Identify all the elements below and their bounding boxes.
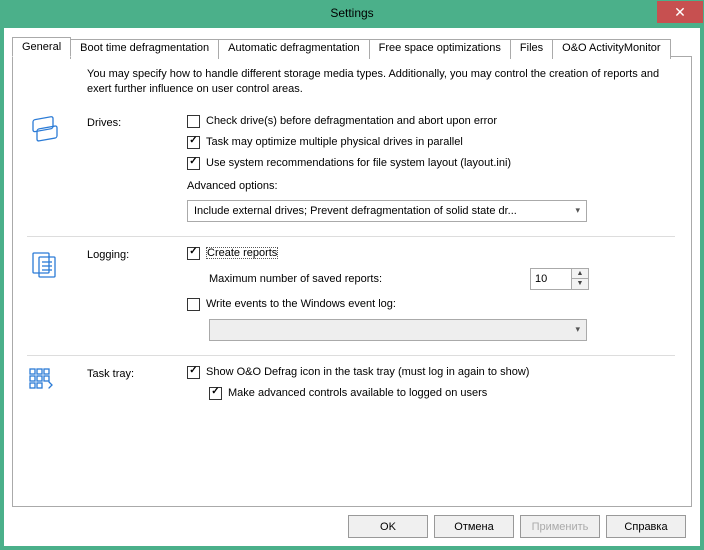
tray-section: Task tray: Show O&O Defrag icon in the t… [27,366,675,408]
show-tray-icon-checkbox[interactable] [187,366,200,379]
logging-label: Logging: [87,247,187,341]
create-reports-checkbox[interactable] [187,247,200,260]
max-reports-spinner: ▲ ▼ [530,268,589,290]
tab-automatic[interactable]: Automatic defragmentation [218,39,369,59]
tab-activity-monitor[interactable]: O&O ActivityMonitor [552,39,670,59]
divider [27,236,675,237]
tab-boot-time[interactable]: Boot time defragmentation [70,39,219,59]
advanced-options-label: Advanced options: [187,180,278,192]
settings-window: Settings ✕ General Boot time defragmenta… [0,0,704,550]
help-button[interactable]: Справка [606,515,686,538]
max-reports-input[interactable] [530,268,572,290]
drives-label: Drives: [87,115,187,222]
show-tray-icon-label: Show O&O Defrag icon in the task tray (m… [206,366,529,378]
content-area: General Boot time defragmentation Automa… [4,28,700,546]
eventlog-dropdown: ▾ [209,319,587,341]
cancel-button[interactable]: Отмена [434,515,514,538]
tab-panel: You may specify how to handle different … [12,56,692,507]
tray-icon [27,366,87,408]
advanced-options-dropdown[interactable]: Include external drives; Prevent defragm… [187,200,587,222]
advanced-options-value: Include external drives; Prevent defragm… [194,205,517,217]
layout-label: Use system recommendations for file syst… [206,157,511,169]
tab-general[interactable]: General [12,37,71,57]
tab-files[interactable]: Files [510,39,553,59]
check-before-checkbox[interactable] [187,115,200,128]
dialog-buttons: OK Отмена Применить Справка [12,507,692,542]
tab-free-space[interactable]: Free space optimizations [369,39,511,59]
parallel-checkbox[interactable] [187,136,200,149]
drives-section: Drives: Check drive(s) before defragment… [27,115,675,222]
check-before-label: Check drive(s) before defragmentation an… [206,115,497,127]
parallel-label: Task may optimize multiple physical driv… [206,136,463,148]
eventlog-label: Write events to the Windows event log: [206,298,396,310]
tray-label: Task tray: [87,366,187,408]
close-button[interactable]: ✕ [657,1,703,23]
chevron-down-icon: ▾ [575,324,580,335]
eventlog-checkbox[interactable] [187,298,200,311]
logging-section: Logging: Create reports Maximum number o… [27,247,675,341]
divider [27,355,675,356]
spinner-up-button[interactable]: ▲ [572,269,588,279]
apply-button[interactable]: Применить [520,515,600,538]
logging-icon [27,247,87,341]
ok-button[interactable]: OK [348,515,428,538]
advanced-controls-checkbox[interactable] [209,387,222,400]
close-icon: ✕ [674,4,686,21]
spinner-down-button[interactable]: ▼ [572,279,588,289]
layout-checkbox[interactable] [187,157,200,170]
drives-icon [27,115,87,222]
chevron-down-icon: ▾ [575,205,580,216]
advanced-controls-label: Make advanced controls available to logg… [228,387,487,399]
tab-strip: General Boot time defragmentation Automa… [12,37,692,57]
window-title: Settings [330,4,373,22]
intro-text: You may specify how to handle different … [87,67,675,97]
create-reports-label: Create reports [206,247,278,259]
max-reports-label: Maximum number of saved reports: [209,273,382,285]
titlebar[interactable]: Settings ✕ [4,4,700,28]
